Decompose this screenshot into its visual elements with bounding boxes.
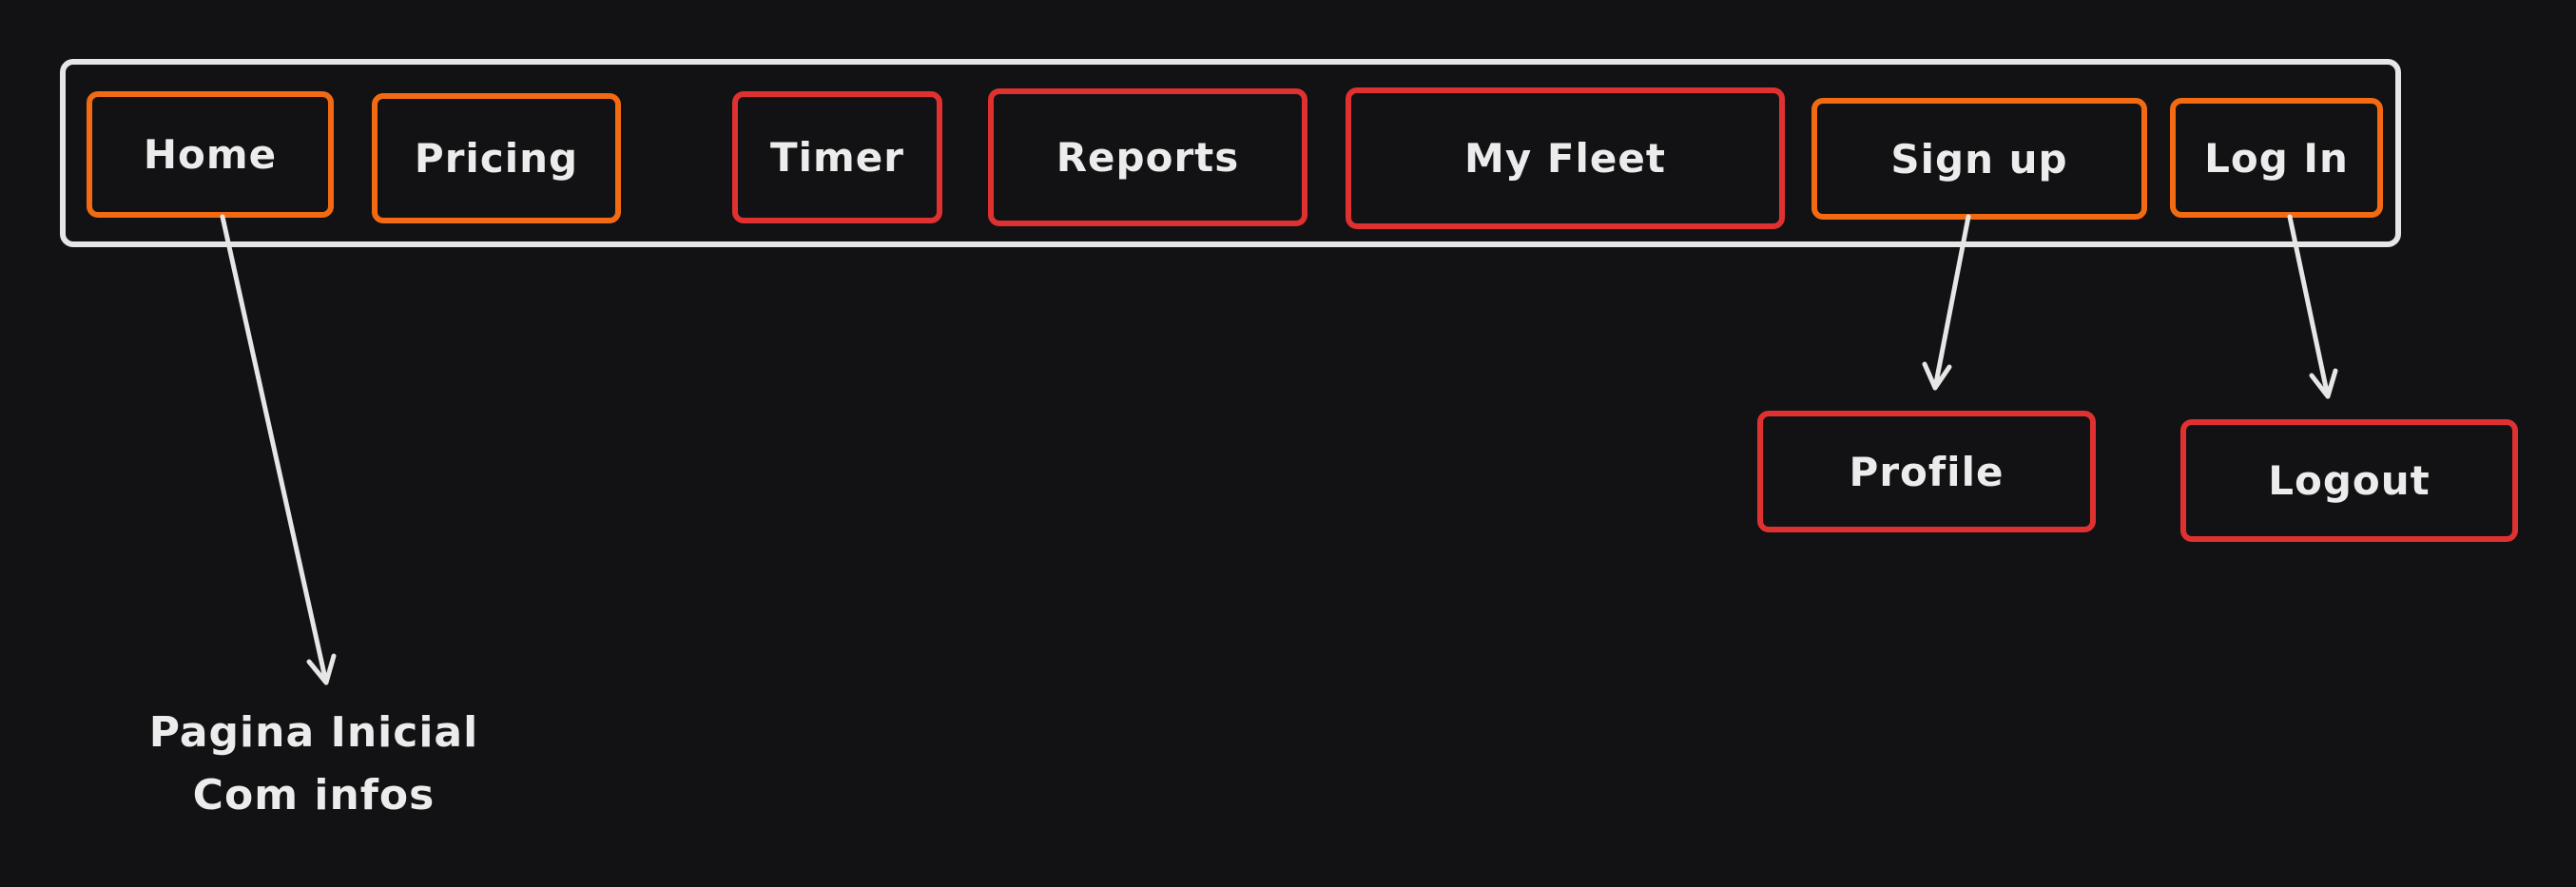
- nav-label-log-in: Log In: [2204, 134, 2349, 182]
- nav-box-home: Home: [87, 91, 334, 218]
- arrow-home-to-note: [220, 214, 337, 685]
- nav-box-reports: Reports: [988, 88, 1307, 226]
- nav-box-my-fleet: My Fleet: [1346, 87, 1785, 229]
- nav-label-reports: Reports: [1056, 134, 1240, 181]
- nav-label-timer: Timer: [769, 134, 904, 181]
- nav-box-sign-up: Sign up: [1811, 98, 2147, 220]
- home-annotation-line-1: Pagina Inicial: [148, 708, 479, 757]
- target-box-logout: Logout: [2180, 419, 2518, 542]
- target-label-logout: Logout: [2268, 457, 2431, 504]
- target-box-profile: Profile: [1757, 411, 2096, 532]
- home-annotation: Pagina Inicial Com infos: [114, 702, 513, 827]
- diagram-canvas: Home Pricing Timer Reports My Fleet Sign…: [0, 0, 2576, 887]
- target-label-profile: Profile: [1849, 448, 2005, 495]
- nav-box-pricing: Pricing: [372, 93, 621, 223]
- home-annotation-line-2: Com infos: [192, 771, 436, 820]
- nav-label-sign-up: Sign up: [1890, 135, 2068, 183]
- nav-label-my-fleet: My Fleet: [1464, 135, 1666, 182]
- nav-label-home: Home: [143, 131, 278, 178]
- nav-box-log-in: Log In: [2170, 98, 2383, 218]
- nav-label-pricing: Pricing: [414, 135, 579, 182]
- nav-box-timer: Timer: [732, 91, 942, 223]
